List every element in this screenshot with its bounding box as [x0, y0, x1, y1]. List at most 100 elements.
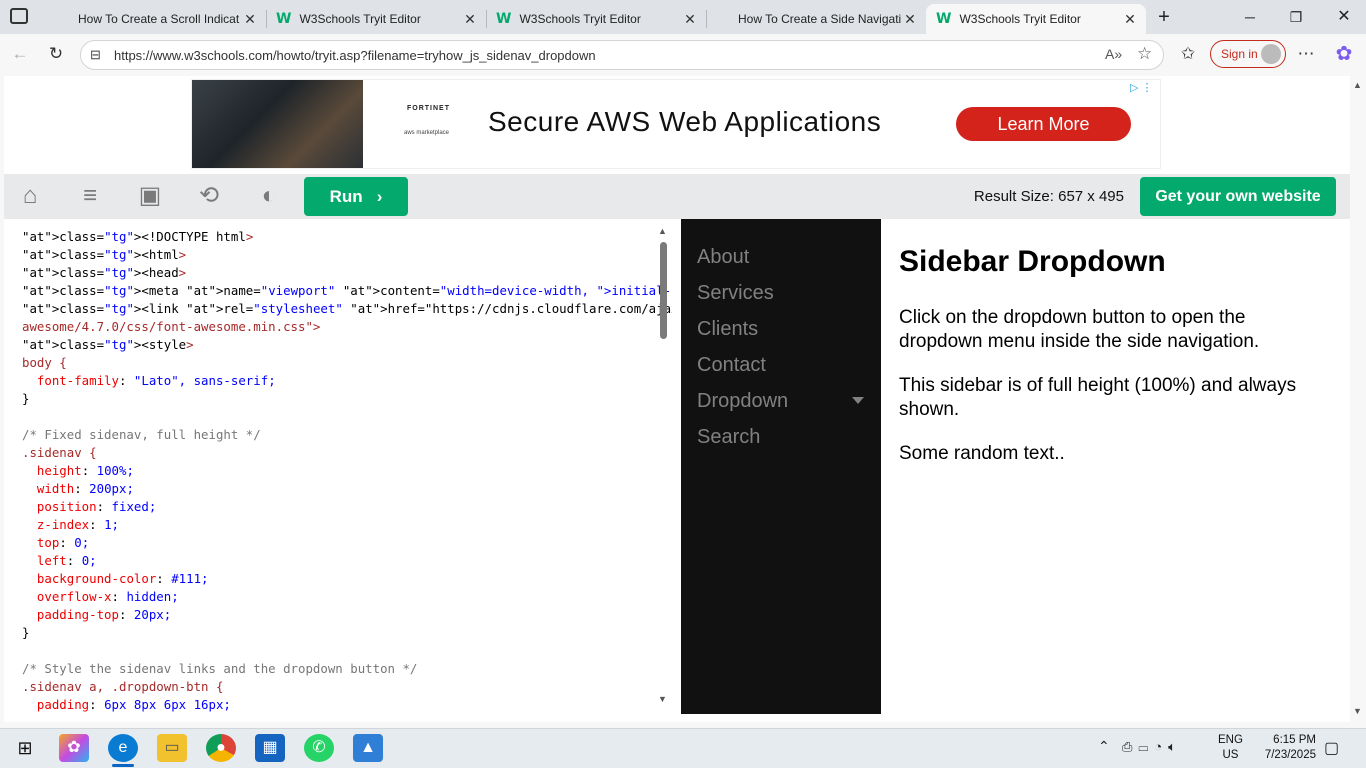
- code-line[interactable]: }: [22, 624, 672, 642]
- code-line[interactable]: /* Style the sidenav links and the dropd…: [22, 660, 672, 678]
- tab-close-icon[interactable]: ✕: [682, 11, 698, 28]
- clock-time: 6:15 PM: [1273, 734, 1316, 746]
- page-scrollbar[interactable]: ▲ ▼: [1350, 76, 1366, 722]
- tab-close-icon[interactable]: ✕: [242, 11, 258, 28]
- lang-line-1: ENG: [1218, 734, 1243, 746]
- scroll-down-icon[interactable]: ▼: [1353, 706, 1362, 716]
- code-line[interactable]: body {: [22, 354, 672, 372]
- nav-link-services[interactable]: Services: [697, 282, 774, 305]
- ad-brand-sub: aws marketplace: [404, 130, 450, 136]
- nav-link-search[interactable]: Search: [697, 426, 760, 449]
- ad-choices-icon[interactable]: ▷ ⋮: [1130, 81, 1153, 94]
- clock[interactable]: 6:15 PM 7/23/2025: [1250, 733, 1316, 763]
- w3schools-favicon-icon: W: [936, 11, 952, 27]
- dropdown-button[interactable]: Dropdown: [697, 390, 788, 413]
- tab-close-icon[interactable]: ✕: [462, 11, 478, 28]
- home-icon[interactable]: ⌂: [15, 182, 45, 210]
- read-aloud-icon[interactable]: A»: [1105, 46, 1122, 62]
- whatsapp-app-icon[interactable]: ✆: [304, 734, 334, 762]
- tab-actions-icon[interactable]: [10, 8, 28, 24]
- system-tray-icons[interactable]: ⎙▭◔🔈︎: [1122, 739, 1182, 755]
- browser-tab-1[interactable]: How To Create a Scroll Indicat ✕: [44, 4, 266, 34]
- code-line[interactable]: padding: 6px 8px 6px 16px;: [22, 696, 672, 714]
- code-line[interactable]: "at">class="tg"><html>: [22, 246, 672, 264]
- scroll-down-icon[interactable]: ▼: [658, 694, 667, 704]
- save-icon[interactable]: ▣: [135, 182, 165, 210]
- code-line[interactable]: font-family: "Lato", sans-serif;: [22, 372, 672, 390]
- back-icon[interactable]: ←: [6, 40, 34, 68]
- restore-icon[interactable]: ❐: [1282, 6, 1310, 28]
- notifications-icon[interactable]: ▢: [1324, 738, 1339, 758]
- address-bar[interactable]: ⊟ https://www.w3schools.com/howto/tryit.…: [80, 40, 1164, 70]
- result-heading: Sidebar Dropdown: [899, 245, 1166, 278]
- code-line[interactable]: left: 0;: [22, 552, 672, 570]
- minimize-icon[interactable]: ─: [1236, 6, 1264, 28]
- code-line[interactable]: overflow-x: hidden;: [22, 588, 672, 606]
- code-line[interactable]: .sidenav a, .dropdown-btn {: [22, 678, 672, 696]
- scroll-up-icon[interactable]: ▲: [1353, 80, 1362, 90]
- site-info-icon[interactable]: ⊟: [90, 47, 101, 63]
- tab-title: W3Schools Tryit Editor: [959, 12, 1081, 26]
- menu-icon[interactable]: ≡: [75, 182, 105, 210]
- scroll-up-icon[interactable]: ▲: [658, 226, 667, 236]
- rotate-icon[interactable]: ⟲: [194, 182, 224, 210]
- code-line[interactable]: height: 100%;: [22, 462, 672, 480]
- caret-down-icon[interactable]: [852, 397, 864, 404]
- code-line[interactable]: "at">class="tg"><style>: [22, 336, 672, 354]
- code-line[interactable]: [22, 408, 672, 426]
- code-line[interactable]: top: 0;: [22, 534, 672, 552]
- theme-toggle-icon[interactable]: ◐: [254, 182, 284, 210]
- chrome-app-icon[interactable]: ●: [206, 734, 236, 762]
- tab-close-icon[interactable]: ✕: [1122, 11, 1138, 28]
- favorite-star-icon[interactable]: ☆: [1137, 44, 1152, 64]
- code-line[interactable]: z-index: 1;: [22, 516, 672, 534]
- browser-tab-3[interactable]: W W3Schools Tryit Editor ✕: [486, 4, 706, 34]
- nav-link-clients[interactable]: Clients: [697, 318, 758, 341]
- code-line[interactable]: }: [22, 390, 672, 408]
- code-editor[interactable]: "at">class="tg"><!DOCTYPE html> "at">clas…: [14, 219, 672, 714]
- tab-title: How To Create a Scroll Indicat: [78, 12, 240, 26]
- file-explorer-icon[interactable]: ▭: [157, 734, 187, 762]
- code-line[interactable]: padding-top: 20px;: [22, 606, 672, 624]
- ad-learn-more-button[interactable]: Learn More: [956, 107, 1131, 141]
- browser-tab-4[interactable]: How To Create a Side Navigati ✕: [706, 4, 926, 34]
- browser-tab-5-active[interactable]: W W3Schools Tryit Editor ✕: [926, 4, 1146, 34]
- nav-link-about[interactable]: About: [697, 246, 749, 269]
- store-app-icon[interactable]: ▦: [255, 734, 285, 762]
- url-text[interactable]: https://www.w3schools.com/howto/tryit.as…: [114, 48, 596, 63]
- code-line[interactable]: /* Fixed sidenav, full height */: [22, 426, 672, 444]
- copilot-icon[interactable]: ✿: [1330, 40, 1358, 68]
- editor-scroll-thumb[interactable]: [660, 242, 667, 339]
- code-line[interactable]: width: 200px;: [22, 480, 672, 498]
- code-line[interactable]: .sidenav {: [22, 444, 672, 462]
- code-line[interactable]: "at">class="tg"><link "at">rel="styleshe…: [22, 300, 672, 318]
- code-content[interactable]: "at">class="tg"><!DOCTYPE html> "at">clas…: [22, 228, 672, 714]
- code-line[interactable]: "at">class="tg"><!DOCTYPE html>: [22, 228, 672, 246]
- windows-start-icon[interactable]: ⊞: [10, 734, 40, 762]
- tab-close-icon[interactable]: ✕: [902, 11, 918, 28]
- sign-in-label: Sign in: [1221, 47, 1258, 61]
- new-tab-icon[interactable]: +: [1150, 6, 1178, 28]
- run-button[interactable]: Run ›: [304, 177, 408, 216]
- code-line[interactable]: "at">class="tg"><meta "at">name="viewpor…: [22, 282, 672, 300]
- more-menu-icon[interactable]: ⋯: [1292, 40, 1320, 68]
- code-line[interactable]: [22, 642, 672, 660]
- get-website-button[interactable]: Get your own website: [1140, 177, 1336, 216]
- close-window-icon[interactable]: ✕: [1330, 6, 1358, 28]
- code-line[interactable]: background-color: #111;: [22, 570, 672, 588]
- copilot-app-icon[interactable]: ✿: [59, 734, 89, 762]
- code-line[interactable]: position: fixed;: [22, 498, 672, 516]
- refresh-icon[interactable]: ↻: [42, 40, 70, 68]
- code-line[interactable]: awesome/4.7.0/css/font-awesome.min.css">: [22, 318, 672, 336]
- favorites-icon[interactable]: ✩: [1174, 40, 1202, 68]
- nav-link-contact[interactable]: Contact: [697, 354, 766, 377]
- edge-app-icon[interactable]: e: [108, 734, 138, 762]
- code-line[interactable]: "at">class="tg"><head>: [22, 264, 672, 282]
- photos-app-icon[interactable]: ▲: [353, 734, 383, 762]
- taskbar-active-indicator: [112, 764, 134, 767]
- language-indicator[interactable]: ENG US: [1218, 733, 1243, 763]
- show-hidden-icons-icon[interactable]: ⌃: [1098, 738, 1110, 755]
- browser-tab-2[interactable]: W W3Schools Tryit Editor ✕: [266, 4, 486, 34]
- run-label: Run: [329, 186, 363, 206]
- sign-in-button[interactable]: Sign in: [1210, 40, 1286, 68]
